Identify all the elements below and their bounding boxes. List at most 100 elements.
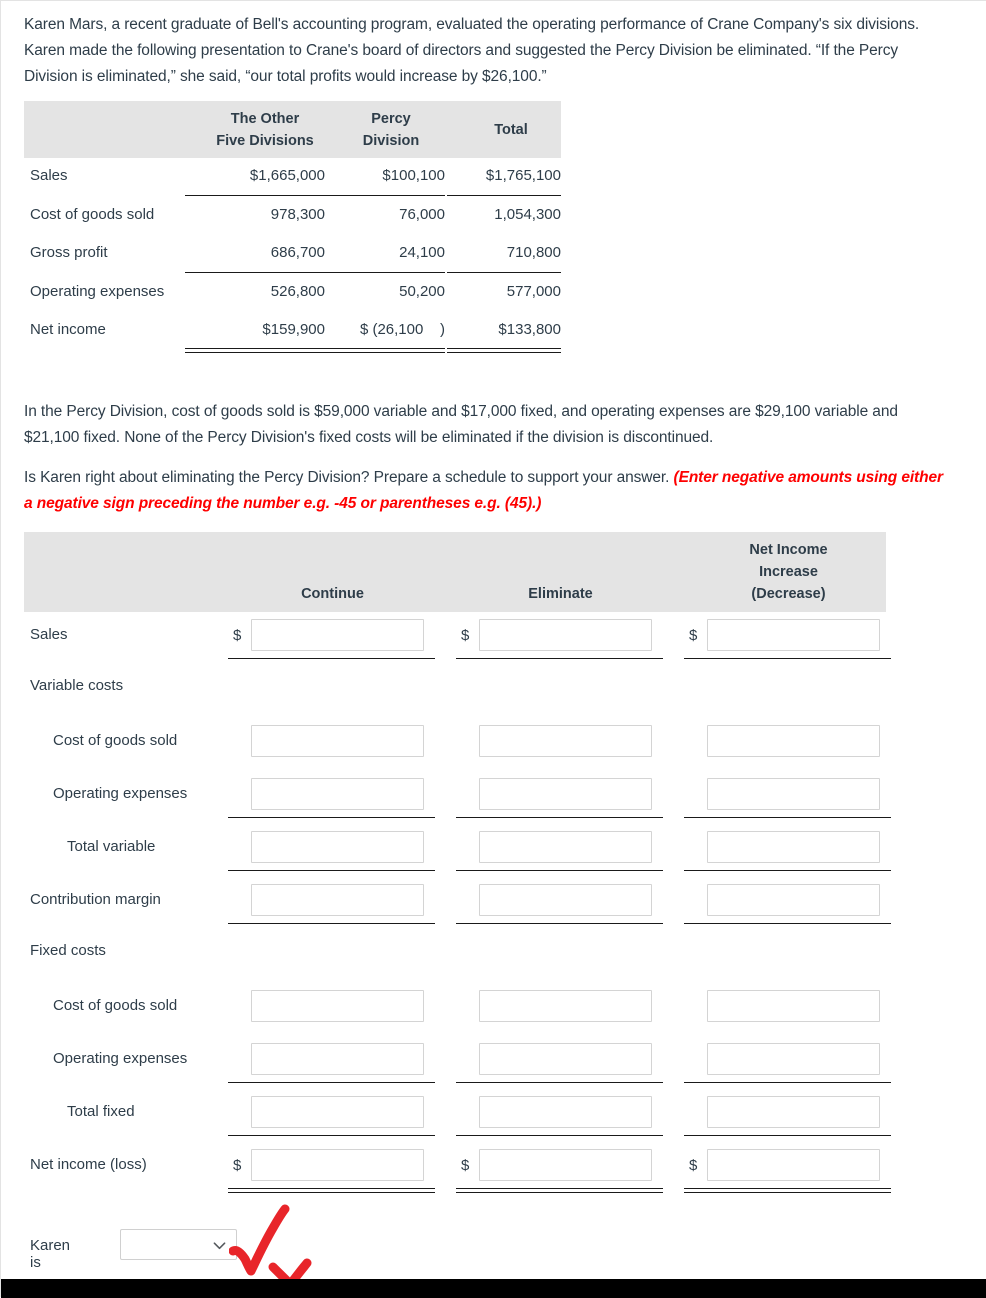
amount-input-net-income[interactable] [707,725,880,757]
amount-input-continue[interactable] [251,831,424,863]
table2-single-rule-net-income [684,1135,891,1136]
table2-single-rule-continue [228,658,435,659]
table2-single-rule-continue [228,817,435,818]
question-text: Is Karen right about eliminating the Per… [24,469,674,486]
amount-input-continue[interactable] [251,725,424,757]
amount-input-eliminate[interactable] [479,778,652,810]
table1-header-percy-division: Percy Division [337,108,445,152]
table2-double-rule-continue [228,1188,435,1193]
table1-cell-percy: 76,000 [399,205,445,223]
amount-input-continue[interactable] [251,619,424,651]
table2-row-label: Sales [30,626,68,643]
amount-input-net-income[interactable] [707,990,880,1022]
amount-input-net-income[interactable] [707,1149,880,1181]
answer-schedule-table: Continue Eliminate Net Income Increase (… [24,532,891,1195]
table1-row-label: Gross profit [30,244,108,261]
table1-cell-percy: 24,100 [399,244,445,261]
amount-input-net-income[interactable] [707,831,880,863]
table1-header-percy-line2: Division [362,133,420,149]
amount-input-eliminate[interactable] [479,725,652,757]
table2-row-label: Total fixed [67,1103,135,1120]
table1-cell-other: $1,665,000 [249,167,325,184]
chevron-down-icon [213,1242,226,1250]
table1-row-label: Cost of goods sold [30,205,155,223]
table1-single-rule [447,271,561,273]
table2-single-rule-continue [228,923,435,924]
table1-cell-total: 1,054,300 [494,205,561,223]
table2-single-rule-eliminate [456,923,663,924]
karen-is-label: Karen is [30,1237,71,1271]
table1-row-label: Sales [30,167,68,184]
table1-double-rule [324,348,445,353]
table2-single-rule-continue [228,870,435,871]
table1-header-other-five-divisions: The Other Five Divisions [205,108,325,152]
table1-cell-other: 686,700 [270,244,325,261]
table1-double-rule [185,348,325,353]
table-row: Cost of goods sold [24,718,886,771]
table-row: Variable costs [24,665,886,718]
amount-input-eliminate[interactable] [479,831,652,863]
table2-header-net-income-line1: Net Income [749,542,828,558]
table2-row-label: Operating expenses [53,785,188,802]
amount-input-net-income[interactable] [707,619,880,651]
amount-input-eliminate[interactable] [479,990,652,1022]
amount-input-net-income[interactable] [707,1096,880,1128]
amount-input-net-income[interactable] [707,884,880,916]
dollar-sign-net-income: $ [689,627,698,644]
given-income-table: The Other Five Divisions Percy Division … [24,101,561,353]
table2-single-rule-net-income [684,817,891,818]
karen-is-select[interactable] [120,1229,237,1260]
amount-input-eliminate[interactable] [479,1096,652,1128]
table2-single-rule-continue [228,1082,435,1083]
amount-input-continue[interactable] [251,1043,424,1075]
amount-input-continue[interactable] [251,1149,424,1181]
dollar-sign-continue: $ [233,1157,242,1174]
amount-input-continue[interactable] [251,1096,424,1128]
table1-cell-other: 978,300 [270,205,325,223]
table2-row-label: Total variable [67,838,156,855]
dollar-sign-net-income: $ [689,1157,698,1174]
table2-single-rule-eliminate [456,1135,663,1136]
table-row: Total variable [24,824,891,877]
table-row: Operating expenses [24,771,891,824]
question-paragraph: Is Karen right about eliminating the Per… [24,465,954,517]
table1-row-label: Operating expenses [30,282,165,300]
table2-single-rule-net-income [684,870,891,871]
table2-single-rule-net-income [684,1082,891,1083]
table2-row-label: Cost of goods sold [53,732,178,749]
amount-input-eliminate[interactable] [479,1043,652,1075]
amount-input-net-income[interactable] [707,778,880,810]
table1-header-other-line2: Five Divisions [216,133,314,149]
table1-cell-total: $1,765,100 [485,167,561,184]
amount-input-continue[interactable] [251,778,424,810]
bottom-black-bar [1,1279,986,1298]
amount-input-eliminate[interactable] [479,1149,652,1181]
table2-row-label: Cost of goods sold [53,997,178,1014]
table1-cell-other: 526,800 [270,282,325,300]
table-row: Contribution margin [24,877,891,930]
table2-row-label: Contribution margin [30,891,161,908]
table1-header-total: Total [494,122,528,138]
table2-double-rule-eliminate [456,1188,663,1193]
amount-input-continue[interactable] [251,990,424,1022]
table-row: Total fixed [24,1089,891,1142]
table2-header-net-income-increase-decrease: Net Income Increase (Decrease) [700,539,877,605]
table-row: Operating expenses 526,800 50,200 577,000 [24,271,561,313]
table1-body: Sales $1,665,000 $100,100 $1,765,100 Cost of… [24,158,561,353]
table1-single-rule [324,271,445,273]
amount-input-eliminate[interactable] [479,884,652,916]
table2-body: Sales $ $ $ Variable costs Cost of goods sold… [24,612,891,1195]
table2-single-rule-eliminate [456,1082,663,1083]
table1-cell-other: $159,900 [262,321,325,338]
dollar-sign-eliminate: $ [461,627,470,644]
table2-header-eliminate: Eliminate [528,586,593,602]
intro-paragraph: Karen Mars, a recent graduate of Bell's … [24,16,920,85]
table2-single-rule-eliminate [456,658,663,659]
table-row: Gross profit 686,700 24,100 710,800 [24,235,561,274]
table1-single-rule [324,194,445,196]
worksheet-page: Karen Mars, a recent graduate of Bell's … [0,0,986,1298]
amount-input-net-income[interactable] [707,1043,880,1075]
amount-input-continue[interactable] [251,884,424,916]
amount-input-eliminate[interactable] [479,619,652,651]
table2-row-label: Net income (loss) [30,1156,147,1173]
